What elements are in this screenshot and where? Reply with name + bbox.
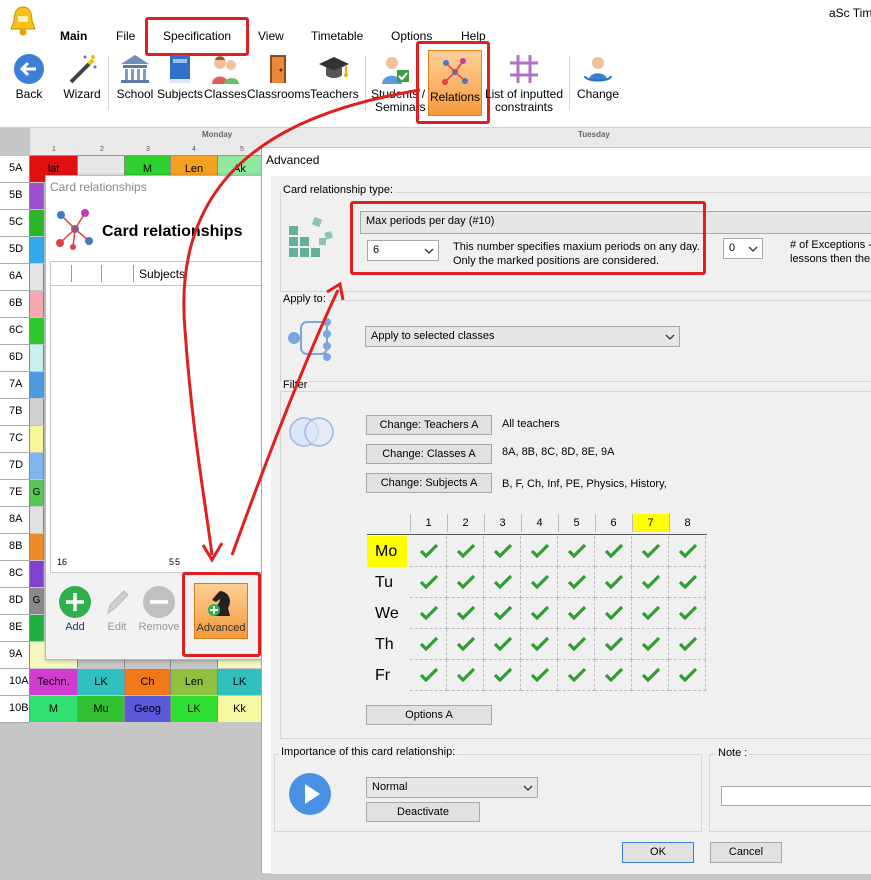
annotation-arrows (182, 88, 421, 563)
